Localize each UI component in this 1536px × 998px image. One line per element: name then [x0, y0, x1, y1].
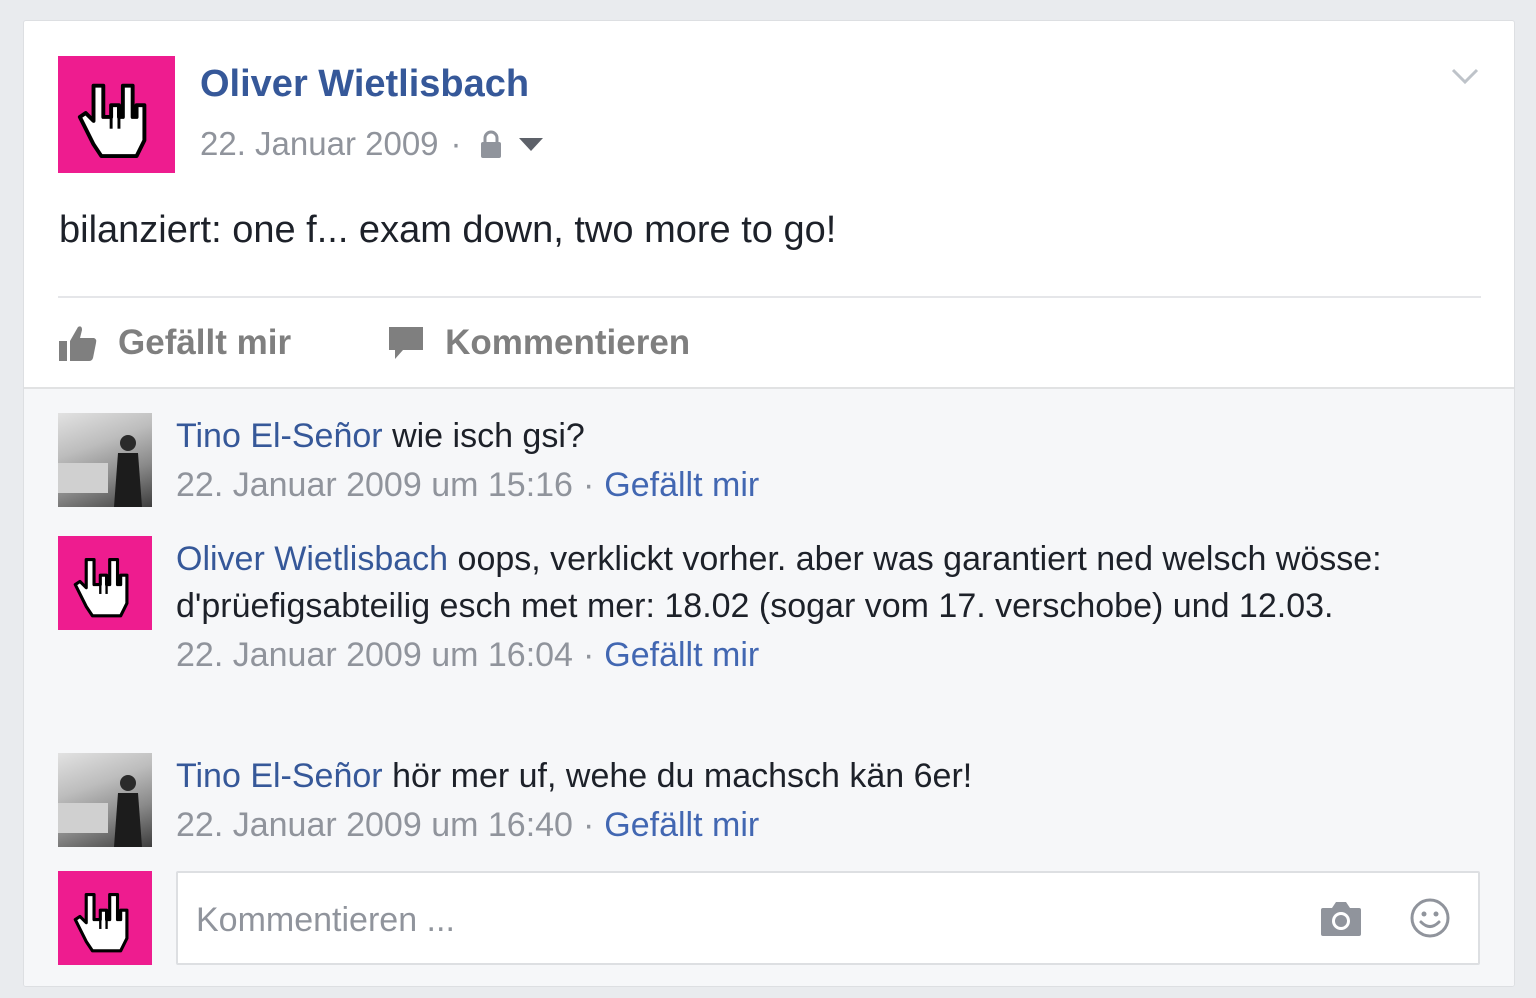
comment-meta: 22. Januar 2009 um 15:16 · Gefällt mir: [176, 466, 1416, 505]
comment-like-link[interactable]: Gefällt mir: [604, 466, 759, 504]
smiley-icon[interactable]: [1409, 897, 1451, 939]
rock-hand-icon: [73, 892, 129, 953]
meta-separator: ·: [582, 636, 595, 674]
person-photo-icon: [58, 435, 142, 507]
like-button[interactable]: Gefällt mir: [58, 323, 291, 363]
divider: [58, 296, 1481, 298]
comment-like-link[interactable]: Gefällt mir: [604, 636, 759, 674]
person-photo-icon: [58, 775, 142, 847]
commenter-avatar[interactable]: [58, 753, 152, 847]
comment-timestamp[interactable]: 22. Januar 2009 um 15:16: [176, 466, 573, 504]
comment-meta: 22. Januar 2009 um 16:40 · Gefällt mir: [176, 806, 1416, 845]
rock-hand-icon: [77, 83, 146, 158]
comment-text: wie isch gsi?: [392, 417, 585, 455]
composer-avatar: [58, 871, 152, 965]
post-date[interactable]: 22. Januar 2009: [200, 125, 439, 163]
lock-icon: [480, 130, 501, 158]
chevron-down-icon[interactable]: [1450, 65, 1480, 87]
comments-section: Tino El-Señor wie isch gsi? 22. Januar 2…: [24, 387, 1514, 986]
comment-author[interactable]: Tino El-Señor: [176, 417, 383, 455]
commenter-avatar[interactable]: [58, 536, 152, 630]
meta-separator: ·: [582, 806, 595, 844]
comment-body: Oliver Wietlisbach oops, verklickt vorhe…: [176, 536, 1416, 675]
comment-body: Tino El-Señor wie isch gsi? 22. Januar 2…: [176, 413, 1416, 505]
comment-composer: [176, 871, 1480, 965]
thumbs-up-icon: [59, 326, 97, 361]
post-text: bilanziert: one f... exam down, two more…: [59, 209, 837, 251]
comment-label: Kommentieren: [445, 323, 691, 362]
post-author-name[interactable]: Oliver Wietlisbach: [200, 63, 529, 106]
comment-content: Oliver Wietlisbach oops, verklickt vorhe…: [176, 536, 1416, 630]
post-card: Oliver Wietlisbach 22. Januar 2009 · bil…: [23, 20, 1515, 987]
comment-timestamp[interactable]: 22. Januar 2009 um 16:40: [176, 806, 573, 844]
comment-author[interactable]: Tino El-Señor: [176, 757, 383, 795]
post-actions: Gefällt mir Kommentieren: [58, 319, 690, 367]
caret-down-icon[interactable]: [518, 136, 544, 152]
meta-separator: ·: [582, 466, 595, 504]
comment-body: Tino El-Señor hör mer uf, wehe du machsc…: [176, 753, 1416, 845]
comment-input[interactable]: [194, 891, 1278, 949]
meta-separator: ·: [450, 125, 462, 162]
comment-content: Tino El-Señor hör mer uf, wehe du machsc…: [176, 753, 1416, 800]
post-meta: 22. Januar 2009 ·: [200, 124, 544, 164]
speech-bubble-icon: [389, 327, 424, 359]
comment-author[interactable]: Oliver Wietlisbach: [176, 540, 448, 578]
author-avatar[interactable]: [58, 56, 175, 173]
comment-like-link[interactable]: Gefällt mir: [604, 806, 759, 844]
comment-text: hör mer uf, wehe du machsch kän 6er!: [392, 757, 973, 795]
camera-icon[interactable]: [1319, 898, 1363, 938]
comment-button[interactable]: Kommentieren: [387, 323, 690, 363]
commenter-avatar[interactable]: [58, 413, 152, 507]
rock-hand-icon: [73, 557, 129, 618]
comment-content: Tino El-Señor wie isch gsi?: [176, 413, 1416, 460]
comment-timestamp[interactable]: 22. Januar 2009 um 16:04: [176, 636, 573, 674]
comment-meta: 22. Januar 2009 um 16:04 · Gefällt mir: [176, 636, 1416, 675]
like-label: Gefällt mir: [118, 323, 292, 362]
